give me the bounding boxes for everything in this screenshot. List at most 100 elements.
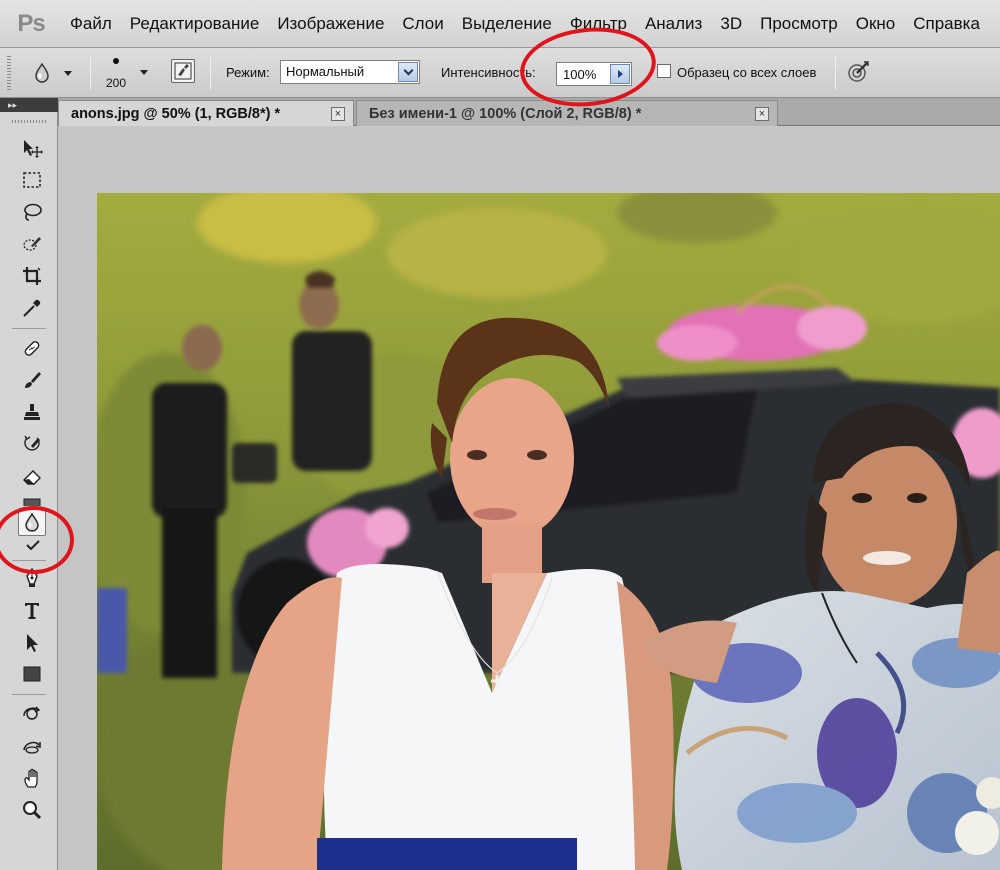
tab-untitled[interactable]: Без имени-1 @ 100% (Слой 2, RGB/8) * × xyxy=(356,100,778,126)
photo-image xyxy=(97,193,1000,870)
toolbox-grip[interactable] xyxy=(12,120,46,123)
menu-filter[interactable]: Фильтр xyxy=(561,0,636,48)
strength-field[interactable]: 100% xyxy=(556,62,632,86)
menu-view[interactable]: Просмотр xyxy=(751,0,847,48)
menu-edit[interactable]: Редактирование xyxy=(121,0,269,48)
document-photo[interactable] xyxy=(97,193,1000,870)
tool-hand[interactable] xyxy=(18,764,46,792)
tool-blur[interactable] xyxy=(18,508,46,536)
tool-healing-brush[interactable] xyxy=(18,334,46,362)
tool-lasso[interactable] xyxy=(18,198,46,226)
close-icon[interactable]: × xyxy=(755,106,769,121)
toolbox-divider xyxy=(12,560,46,561)
eyedropper-icon xyxy=(23,299,41,317)
app-logo: Ps xyxy=(17,9,45,37)
menu-window[interactable]: Окно xyxy=(847,0,905,48)
tool-type[interactable] xyxy=(18,596,46,624)
menu-select[interactable]: Выделение xyxy=(453,0,561,48)
tool-eraser[interactable] xyxy=(18,462,46,490)
clone-stamp-icon xyxy=(24,404,40,420)
blur-icon xyxy=(25,512,39,532)
path-selection-icon xyxy=(27,634,38,652)
mode-label: Режим: xyxy=(226,65,270,80)
tool-3d-rotate[interactable] xyxy=(18,700,46,728)
sample-all-layers-checkbox[interactable] xyxy=(657,64,671,78)
tool-clone-stamp[interactable] xyxy=(18,398,46,426)
play-arrow-icon xyxy=(617,70,623,78)
document-tabs: anons.jpg @ 50% (1, RGB/8*) * × Без имен… xyxy=(58,98,1000,126)
tool-path-selection[interactable] xyxy=(18,628,46,656)
chevron-down-icon xyxy=(140,70,148,75)
tool-rectangle[interactable] xyxy=(18,660,46,688)
tool-move[interactable] xyxy=(18,134,46,162)
tool-history-brush[interactable] xyxy=(18,430,46,458)
lasso-icon xyxy=(24,203,42,221)
menu-bar: Ps Файл Редактирование Изображение Слои … xyxy=(0,0,1000,48)
pressure-button[interactable] xyxy=(845,59,871,85)
menu-analysis[interactable]: Анализ xyxy=(636,0,711,48)
menu-layer[interactable]: Слои xyxy=(393,0,452,48)
pressure-icon xyxy=(848,61,869,82)
toolbox xyxy=(0,112,58,870)
tab-label: anons.jpg @ 50% (1, RGB/8*) * xyxy=(71,105,281,122)
tool-crop[interactable] xyxy=(18,262,46,290)
expand-icon[interactable]: ▸▸ xyxy=(8,101,17,110)
chevron-down-icon xyxy=(403,65,413,75)
options-divider xyxy=(210,56,211,90)
pen-icon xyxy=(26,567,38,587)
mode-value: Нормальный xyxy=(286,64,365,79)
tool-brush[interactable] xyxy=(18,366,46,394)
toolbox-header[interactable]: ▸▸ xyxy=(0,98,58,112)
strength-slider-button[interactable] xyxy=(610,64,630,84)
options-divider xyxy=(835,56,836,90)
toolbox-divider xyxy=(12,328,46,329)
tool-eyedropper[interactable] xyxy=(18,294,46,322)
quick-selection-icon xyxy=(23,237,41,251)
rectangle-icon xyxy=(23,666,41,682)
tab-label: Без имени-1 @ 100% (Слой 2, RGB/8) * xyxy=(369,105,642,122)
tool-gradient[interactable] xyxy=(18,494,46,506)
tool-dodge[interactable] xyxy=(18,540,46,554)
menu-file[interactable]: Файл xyxy=(62,0,121,48)
options-divider xyxy=(90,56,91,90)
options-bar-grip[interactable] xyxy=(7,56,11,90)
tool-marquee[interactable] xyxy=(18,166,46,194)
menu-image[interactable]: Изображение xyxy=(268,0,393,48)
brush-size-value: 200 xyxy=(106,76,127,90)
3d-rotate-icon xyxy=(23,706,41,720)
strength-label: Интенсивность: xyxy=(441,65,536,80)
tool-3d-orbit[interactable] xyxy=(18,732,46,760)
brush-icon xyxy=(25,372,41,388)
menu-help[interactable]: Справка xyxy=(904,0,989,48)
tab-anons[interactable]: anons.jpg @ 50% (1, RGB/8*) * × xyxy=(58,100,354,126)
toolbox-divider xyxy=(12,694,46,695)
brush-panel-button[interactable] xyxy=(171,59,195,83)
strength-value: 100% xyxy=(563,67,597,82)
menu-3d[interactable]: 3D xyxy=(711,0,751,48)
chevron-down-icon xyxy=(64,70,72,76)
hand-icon xyxy=(24,768,38,788)
healing-brush-icon xyxy=(24,341,40,356)
tool-preset-picker[interactable] xyxy=(26,58,82,88)
mode-dropdown-button[interactable] xyxy=(398,62,418,82)
tool-zoom[interactable] xyxy=(18,796,46,824)
gradient-icon xyxy=(23,498,41,506)
brush-tip-icon xyxy=(113,58,119,64)
brush-preset-picker[interactable]: 200 xyxy=(100,54,156,92)
move-icon xyxy=(24,140,43,158)
dodge-icon xyxy=(26,540,40,551)
close-icon[interactable]: × xyxy=(331,106,345,121)
marquee-icon xyxy=(23,172,41,188)
tool-pen[interactable] xyxy=(18,564,46,592)
brush-panel-icon xyxy=(174,62,192,80)
tool-quick-selection[interactable] xyxy=(18,230,46,258)
blur-drop-icon xyxy=(35,62,49,83)
crop-icon xyxy=(23,267,41,285)
eraser-icon xyxy=(23,470,41,485)
mode-select[interactable]: Нормальный xyxy=(280,60,420,84)
3d-orbit-icon xyxy=(23,741,41,754)
sample-all-layers-label: Образец со всех слоев xyxy=(677,65,817,80)
history-brush-icon xyxy=(24,435,40,451)
zoom-icon xyxy=(23,801,42,820)
type-icon xyxy=(25,603,39,619)
